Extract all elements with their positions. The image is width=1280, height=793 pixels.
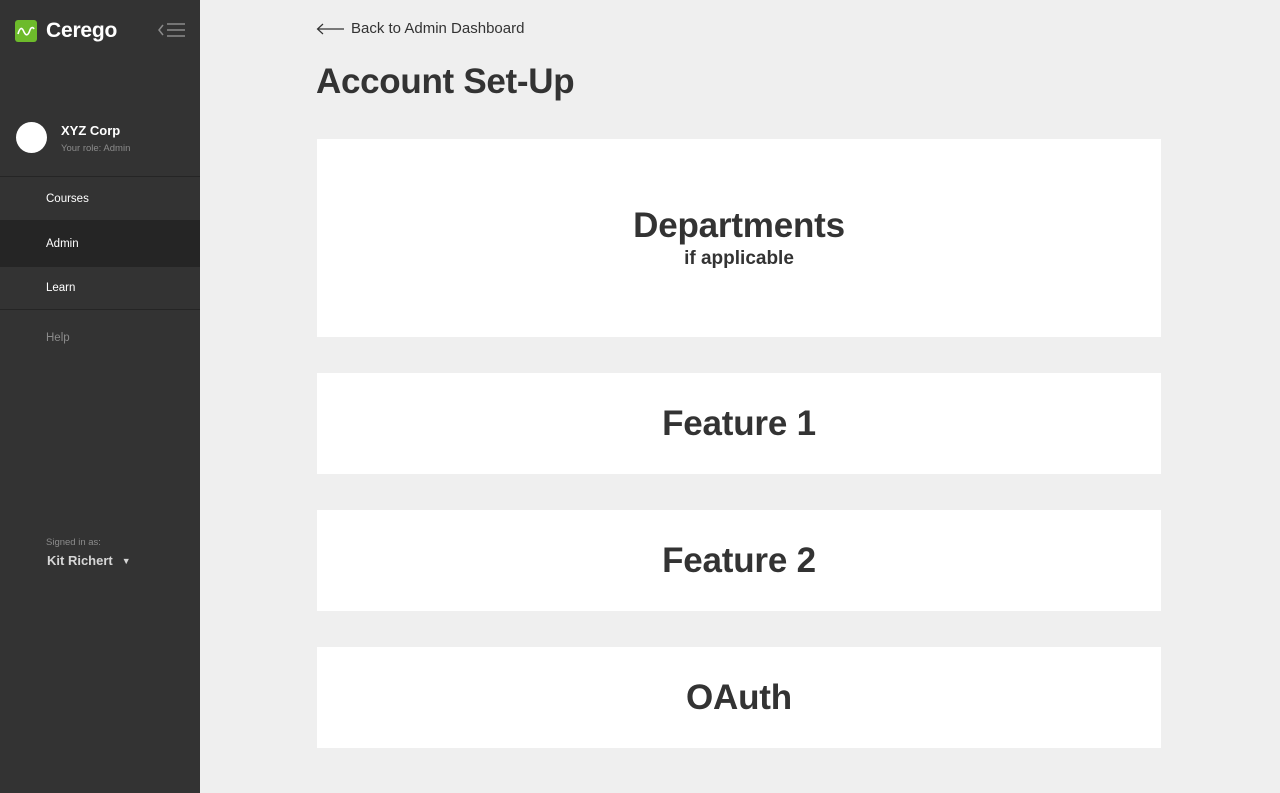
card-title: Departments: [633, 206, 845, 245]
feature-2-card[interactable]: Feature 2: [317, 510, 1161, 611]
sidebar: Cerego XYZ Corp Your role: Admin Courses…: [0, 0, 200, 793]
card-title: OAuth: [686, 677, 792, 717]
org-avatar: [16, 122, 47, 153]
collapse-menu-icon: [158, 23, 185, 37]
departments-card[interactable]: Departments if applicable: [317, 139, 1161, 337]
sidebar-item-courses[interactable]: Courses: [0, 176, 200, 220]
card-title: Feature 1: [662, 403, 816, 443]
back-to-dashboard-link[interactable]: Back to Admin Dashboard: [316, 20, 524, 37]
org-role: Your role: Admin: [61, 143, 131, 154]
user-name: Kit Richert: [47, 553, 113, 568]
brand-name: Cerego: [46, 19, 118, 42]
page-title: Account Set-Up: [316, 62, 575, 101]
oauth-card[interactable]: OAuth: [317, 647, 1161, 748]
arrow-left-icon: [316, 23, 344, 34]
user-menu[interactable]: Kit Richert ▼: [47, 553, 131, 568]
cerego-logo-icon: [15, 20, 37, 42]
org-name: XYZ Corp: [61, 123, 121, 138]
feature-1-card[interactable]: Feature 1: [317, 373, 1161, 474]
card-title: Feature 2: [662, 540, 816, 580]
back-link-label: Back to Admin Dashboard: [351, 20, 525, 37]
collapse-sidebar-button[interactable]: [157, 21, 187, 41]
organization-info: XYZ Corp Your role: Admin: [16, 122, 130, 154]
sidebar-nav: Courses Admin Learn: [0, 176, 200, 310]
help-link[interactable]: Help: [46, 332, 70, 344]
logo[interactable]: Cerego: [15, 19, 118, 42]
signed-in-label: Signed in as:: [46, 537, 101, 548]
card-subtitle: if applicable: [684, 248, 794, 269]
sidebar-item-learn[interactable]: Learn: [0, 266, 200, 310]
caret-down-icon: ▼: [121, 555, 131, 566]
sidebar-item-admin[interactable]: Admin: [0, 220, 200, 266]
